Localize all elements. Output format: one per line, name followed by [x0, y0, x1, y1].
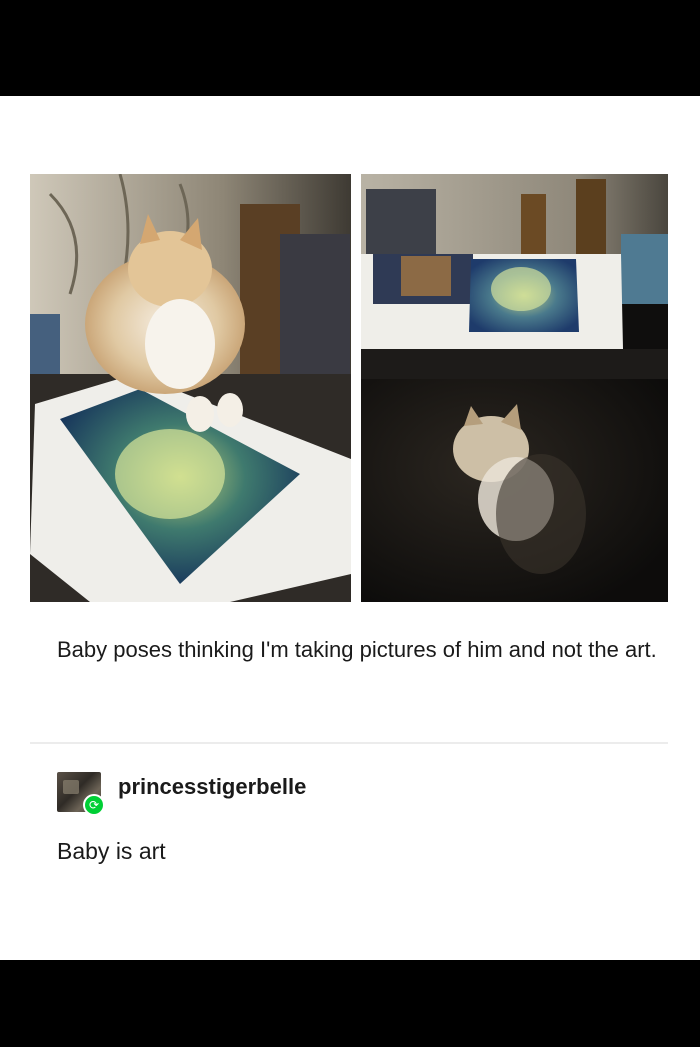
reblog-comment: Baby is art — [57, 838, 166, 864]
photo-cat-on-painting[interactable] — [30, 174, 351, 602]
post-caption: Baby poses thinking I'm taking pictures … — [57, 637, 657, 662]
divider — [30, 742, 668, 744]
photo-cat-under-desk[interactable] — [361, 174, 668, 602]
photo-cat-under-desk-image — [361, 174, 668, 602]
reblog-username[interactable]: princesstigerbelle — [118, 774, 306, 800]
post-card: Baby poses thinking I'm taking pictures … — [0, 96, 700, 960]
reblog-icon: ⟳ — [83, 794, 105, 816]
photo-cat-on-painting-image — [30, 174, 351, 602]
